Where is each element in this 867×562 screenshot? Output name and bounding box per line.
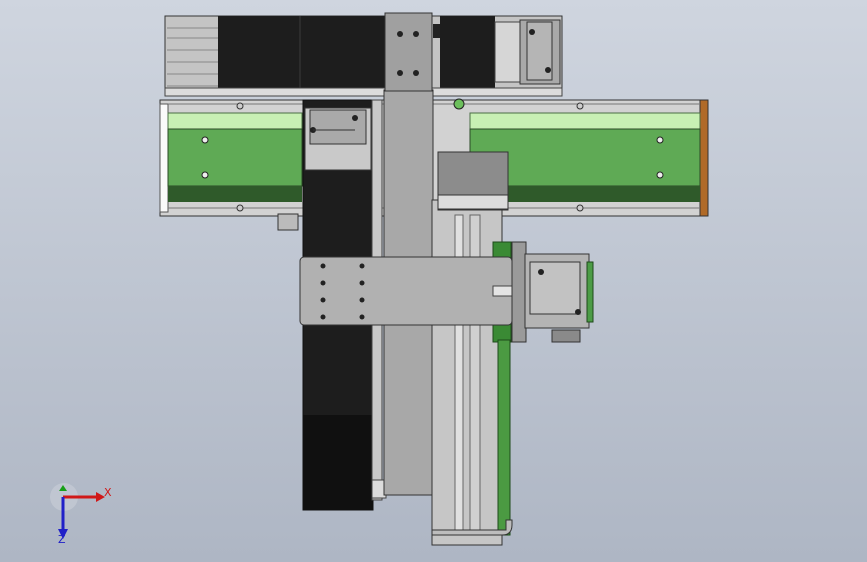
right-vertical-axis bbox=[431, 151, 513, 546]
z-axis-label: Z bbox=[58, 533, 66, 546]
coordinate-triad: X Z bbox=[50, 483, 120, 553]
top-linear-module bbox=[164, 15, 563, 97]
column-top-bracket bbox=[384, 12, 433, 92]
conveyor-end-cap-orange bbox=[699, 99, 709, 217]
top-module-black-cover-right bbox=[440, 16, 495, 88]
right-motor-gripper bbox=[511, 241, 594, 343]
x-axis-label: X bbox=[104, 486, 112, 499]
top-module-black-cover bbox=[218, 16, 385, 88]
cross-plate bbox=[299, 256, 524, 326]
cad-viewport[interactable]: X Z bbox=[0, 0, 867, 562]
center-column bbox=[383, 12, 434, 496]
cad-model-scene bbox=[159, 12, 709, 546]
